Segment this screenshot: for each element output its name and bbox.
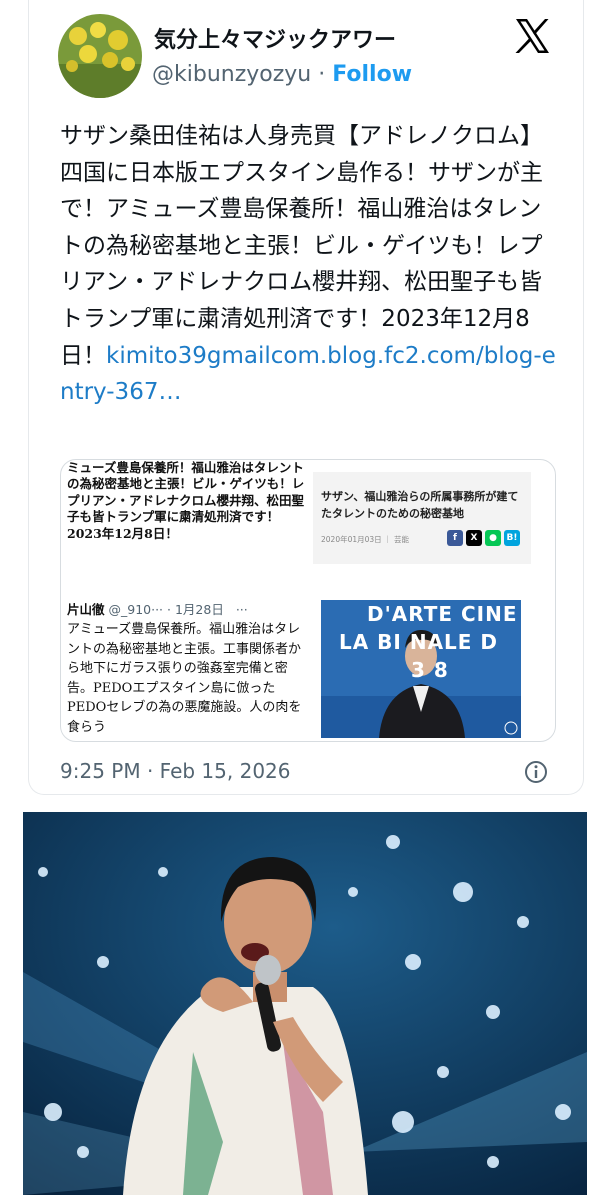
quoted-post-text: ミューズ豊島保養所！福山雅治はタレントの為秘密基地と主張！ビル・ゲイツも！レプリ… <box>67 460 305 541</box>
reply-header: 片山徹 @_910··· · 1月28日 ··· <box>67 599 248 618</box>
photo-sign: D'ARTE CINE LA BI NALE D 3 8 <box>339 602 518 682</box>
x-share-icon: X <box>466 530 482 546</box>
article-meta: 2020年01月03日 ｜ 芸能 <box>321 535 409 544</box>
reply-date: · 1月28日 <box>167 602 224 617</box>
facebook-share-icon: f <box>447 530 463 546</box>
timestamp[interactable]: 9:25 PM · Feb 15, 2026 <box>60 759 291 783</box>
hatena-share-icon: B! <box>504 530 520 546</box>
tweet-text: サザン桑田佳祐は人身売買【アドレノクロム】四国に日本版エプスタイン島作る！サザン… <box>60 118 560 411</box>
tweet-body: サザン桑田佳祐は人身売買【アドレノクロム】四国に日本版エプスタイン島作る！サザン… <box>60 123 543 369</box>
info-icon[interactable] <box>524 760 548 784</box>
tweet-link[interactable]: kimito39gmailcom.blog.fc2.com/blog-entry… <box>60 343 556 406</box>
x-logo-icon[interactable] <box>512 16 552 56</box>
user-handle[interactable]: @kibunzyozyu <box>152 62 311 87</box>
embedded-image[interactable]: ミューズ豊島保養所！福山雅治はタレントの為秘密基地と主張！ビル・ゲイツも！レプリ… <box>60 459 556 742</box>
avatar[interactable] <box>58 14 142 98</box>
actor-photo: D'ARTE CINE LA BI NALE D 3 8 <box>321 600 521 738</box>
reply-author: 片山徹 <box>67 602 105 617</box>
handle-row: @kibunzyozyu · Follow <box>152 62 412 87</box>
follow-button[interactable]: Follow <box>332 62 412 87</box>
more-icon: ··· <box>235 602 248 617</box>
reply-text: アミューズ豊島保養所。福山雅治はタレントの為秘密基地と主張。工事関係者から地下に… <box>67 622 302 735</box>
article-card: サザン、福山雅治らの所属事務所が建てたタレントのための秘密基地 2020年01月… <box>313 472 531 564</box>
article-title: サザン、福山雅治らの所属事務所が建てたタレントのための秘密基地 <box>321 490 519 520</box>
line-share-icon: ● <box>485 530 501 546</box>
concert-photo <box>23 812 587 1195</box>
reply-handle: @_910··· <box>108 602 164 617</box>
separator-dot: · <box>318 62 326 87</box>
display-name[interactable]: 気分上々マジックアワー <box>154 22 396 54</box>
